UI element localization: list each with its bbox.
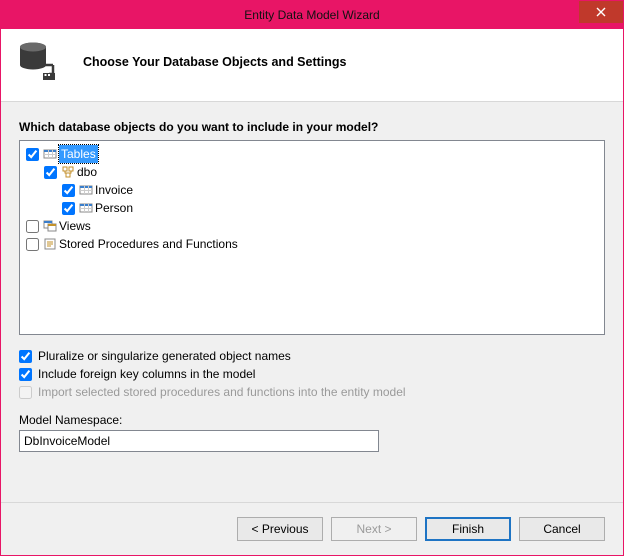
person-label: Person [95, 199, 133, 217]
close-button[interactable] [579, 1, 623, 23]
wizard-window: Entity Data Model Wizard Choose Your Dat… [0, 0, 624, 556]
finish-button[interactable]: Finish [425, 517, 511, 541]
objects-tree[interactable]: Tables dbo [19, 140, 605, 335]
sprocs-checkbox[interactable] [26, 238, 39, 251]
pluralize-label: Pluralize or singularize generated objec… [38, 349, 291, 363]
tables-checkbox[interactable] [26, 148, 39, 161]
option-fk[interactable]: Include foreign key columns in the model [19, 367, 605, 381]
wizard-heading: Choose Your Database Objects and Setting… [83, 55, 347, 69]
invoice-checkbox[interactable] [62, 184, 75, 197]
tables-label: Tables [59, 145, 98, 163]
cancel-button[interactable]: Cancel [519, 517, 605, 541]
next-button: Next > [331, 517, 417, 541]
views-checkbox[interactable] [26, 220, 39, 233]
dbo-label: dbo [77, 163, 97, 181]
prompt-label: Which database objects do you want to in… [19, 120, 605, 134]
fk-checkbox[interactable] [19, 368, 32, 381]
fk-label: Include foreign key columns in the model [38, 367, 255, 381]
sprocs-label: Stored Procedures and Functions [59, 235, 238, 253]
tree-node-dbo[interactable]: dbo [44, 163, 598, 181]
previous-button[interactable]: < Previous [237, 517, 323, 541]
tree-node-views[interactable]: Views [26, 217, 598, 235]
schema-icon [61, 165, 75, 179]
dbo-checkbox[interactable] [44, 166, 57, 179]
close-icon [596, 5, 606, 20]
tree-node-sprocs[interactable]: Stored Procedures and Functions [26, 235, 598, 253]
person-checkbox[interactable] [62, 202, 75, 215]
content-area: Which database objects do you want to in… [1, 102, 623, 502]
views-icon [43, 219, 57, 233]
namespace-input[interactable] [19, 430, 379, 452]
sprocs-icon [43, 237, 57, 251]
table-icon [79, 183, 93, 197]
database-icon [17, 41, 59, 83]
tree-node-tables[interactable]: Tables [26, 145, 598, 163]
invoice-label: Invoice [95, 181, 133, 199]
views-label: Views [59, 217, 91, 235]
table-icon [79, 201, 93, 215]
tree-node-person[interactable]: Person [62, 199, 598, 217]
tree-node-invoice[interactable]: Invoice [62, 181, 598, 199]
importsp-checkbox [19, 386, 32, 399]
option-import-sp: Import selected stored procedures and fu… [19, 385, 605, 399]
tables-icon [43, 147, 57, 161]
title-bar[interactable]: Entity Data Model Wizard [1, 1, 623, 29]
namespace-label: Model Namespace: [19, 413, 605, 427]
pluralize-checkbox[interactable] [19, 350, 32, 363]
importsp-label: Import selected stored procedures and fu… [38, 385, 406, 399]
button-bar: < Previous Next > Finish Cancel [1, 502, 623, 555]
window-title: Entity Data Model Wizard [1, 8, 623, 22]
wizard-header: Choose Your Database Objects and Setting… [1, 29, 623, 102]
options-group: Pluralize or singularize generated objec… [19, 345, 605, 403]
option-pluralize[interactable]: Pluralize or singularize generated objec… [19, 349, 605, 363]
